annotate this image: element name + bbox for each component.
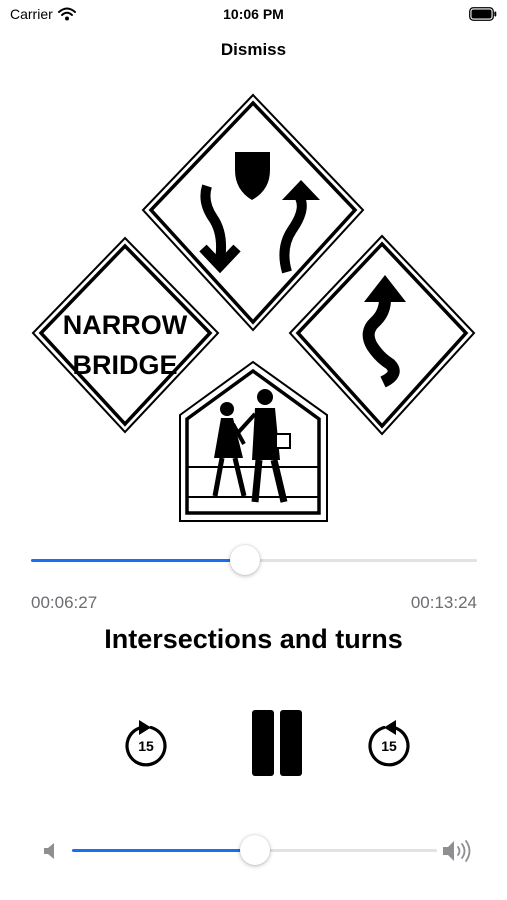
volume-slider[interactable]	[72, 835, 437, 865]
volume-fill	[72, 849, 255, 852]
playback-progress-slider[interactable]	[31, 545, 477, 575]
pause-button[interactable]	[250, 708, 306, 780]
narrow-bridge-sign: NARROW BRIDGE	[31, 236, 220, 434]
battery-icon	[469, 7, 497, 21]
volume-thumb[interactable]	[239, 835, 270, 865]
volume-high-icon	[443, 840, 471, 862]
volume-low-icon	[44, 843, 54, 859]
school-crossing-sign	[179, 360, 328, 522]
skip-forward-button[interactable]: 15	[363, 718, 413, 770]
dismiss-button[interactable]: Dismiss	[0, 40, 507, 60]
skip-forward-15-icon: 15	[368, 720, 410, 767]
pause-icon-right-bar	[280, 710, 302, 776]
status-time: 10:06 PM	[223, 6, 284, 22]
album-artwork: NARROW BRIDGE	[31, 93, 476, 522]
track-title: Intersections and turns	[104, 624, 403, 654]
pause-icon-left-bar	[252, 710, 274, 776]
progress-thumb[interactable]	[230, 545, 261, 575]
narrow-bridge-line1: NARROW	[63, 310, 188, 340]
progress-fill	[31, 559, 246, 562]
skip-back-button[interactable]: 15	[122, 718, 172, 770]
elapsed-time: 00:06:27	[31, 593, 98, 612]
total-duration: 00:13:24	[410, 593, 477, 612]
status-bar: Carrier 10:06 PM	[0, 0, 507, 28]
narrow-bridge-line2: BRIDGE	[72, 350, 177, 380]
skip-back-15-icon: 15	[125, 720, 167, 767]
skip-back-seconds: 15	[138, 738, 154, 754]
winding-road-sign	[288, 234, 476, 436]
skip-forward-seconds: 15	[381, 738, 397, 754]
